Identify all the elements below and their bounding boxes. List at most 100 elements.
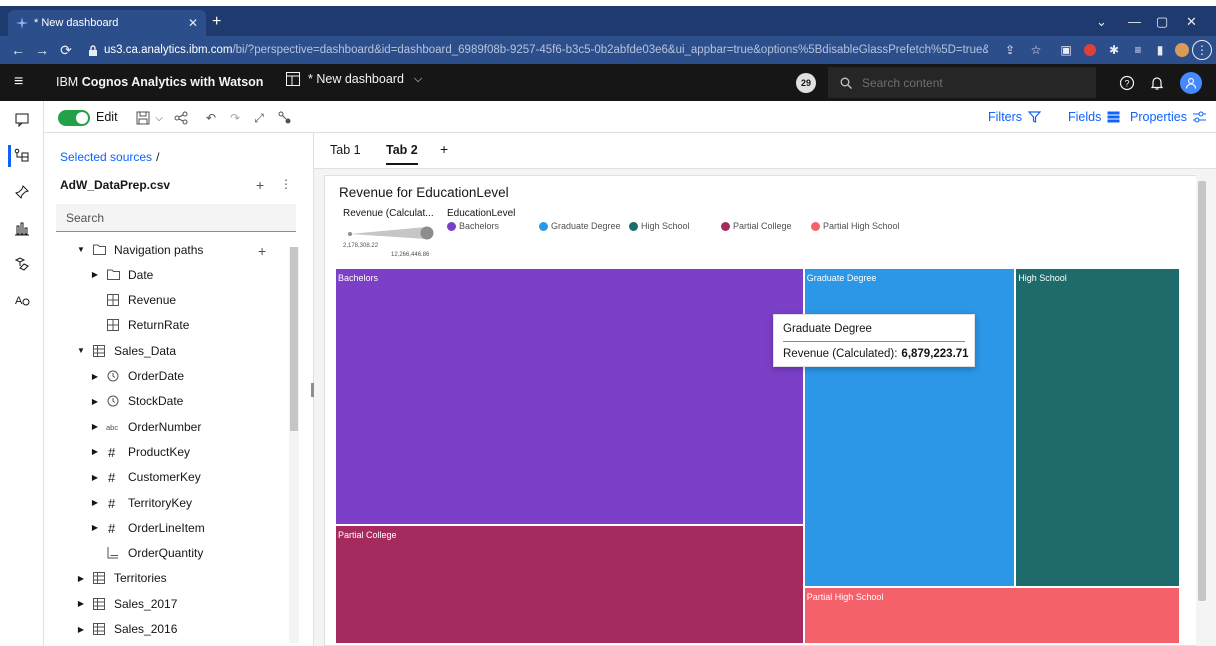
- caret-right-icon[interactable]: ▶: [76, 574, 86, 583]
- add-tab-icon[interactable]: +: [440, 141, 448, 157]
- reading-list-icon[interactable]: ≡: [1128, 40, 1148, 60]
- breadcrumb[interactable]: Selected sources /: [60, 150, 159, 164]
- dashboard-selector[interactable]: * New dashboard ⌵: [286, 72, 422, 86]
- treemap-tile[interactable]: Partial College: [335, 524, 804, 644]
- caret-right-icon[interactable]: ▶: [90, 422, 100, 431]
- tree-item[interactable]: OrderQuantity: [90, 541, 340, 566]
- canvas-scrollbar-thumb[interactable]: [1198, 181, 1206, 601]
- save-chevron-down-icon[interactable]: ⌵: [150, 109, 168, 127]
- treemap-widget[interactable]: Revenue for EducationLevel Revenue (Calc…: [324, 175, 1202, 646]
- caret-right-icon[interactable]: ▶: [90, 473, 100, 482]
- panel-scrollbar-thumb[interactable]: [290, 247, 298, 431]
- legend-swatch: [811, 221, 820, 231]
- treemap-tile[interactable]: Bachelors: [335, 268, 804, 525]
- share-icon[interactable]: ⇪: [1000, 40, 1020, 60]
- url-field[interactable]: us3.ca.analytics.ibm.com/bi/?perspective…: [88, 39, 988, 61]
- text-shapes-icon[interactable]: A: [11, 289, 33, 311]
- tree-item[interactable]: ▶ # CustomerKey: [90, 465, 340, 490]
- fullscreen-icon[interactable]: ⤢: [250, 109, 268, 127]
- caret-right-icon[interactable]: ▶: [76, 599, 86, 608]
- notification-badge[interactable]: 29: [796, 73, 816, 93]
- legend-item[interactable]: Partial College: [721, 221, 792, 231]
- caret-down-icon[interactable]: ▼: [76, 245, 86, 254]
- widgets-icon[interactable]: [11, 253, 33, 275]
- comment-icon[interactable]: [11, 109, 33, 131]
- add-source-icon[interactable]: +: [256, 177, 264, 193]
- tab-search-icon[interactable]: ⌄: [1096, 14, 1107, 30]
- panel-resize-handle[interactable]: [311, 383, 314, 397]
- tree-item[interactable]: ▶ OrderDate: [90, 364, 340, 389]
- treemap-chart[interactable]: Bachelors Graduate Degree High School Parti…: [335, 268, 1180, 644]
- tooltip-body: Revenue (Calculated): 6,879,223.71: [783, 348, 969, 360]
- forward-icon[interactable]: →: [30, 42, 54, 58]
- search-content-box[interactable]: [828, 67, 1096, 98]
- undo-icon[interactable]: ↶: [202, 109, 220, 127]
- treemap-tile[interactable]: Partial High School: [803, 587, 1180, 644]
- side-panel-icon[interactable]: ▮: [1150, 40, 1170, 60]
- breadcrumb-link[interactable]: Selected sources: [60, 150, 152, 164]
- source-overflow-menu-icon[interactable]: ⋮: [280, 177, 292, 191]
- hash-icon: #: [104, 471, 122, 483]
- reload-icon[interactable]: ⟳: [54, 42, 78, 59]
- data-sources-icon[interactable]: [8, 145, 33, 167]
- legend-item[interactable]: Bachelors: [447, 221, 499, 231]
- edit-toggle[interactable]: [58, 110, 90, 126]
- dashboard-canvas: Tab 1 Tab 2 + Revenue for EducationLevel…: [311, 133, 1216, 646]
- canvas-scrollbar[interactable]: [1196, 175, 1208, 646]
- hamburger-menu-icon[interactable]: ≡: [14, 73, 23, 91]
- tree-item[interactable]: ▶ Date: [90, 262, 340, 287]
- legend-item[interactable]: High School: [629, 221, 690, 231]
- tab-2[interactable]: Tab 2: [386, 143, 418, 165]
- menu-kebab-icon[interactable]: ⋮: [1192, 40, 1212, 60]
- maximize-icon[interactable]: ▢: [1156, 14, 1168, 30]
- legend-item[interactable]: Graduate Degree: [539, 221, 621, 231]
- profile-icon[interactable]: [1172, 40, 1192, 60]
- data-mode-icon[interactable]: [276, 109, 294, 127]
- tree-item[interactable]: ▶ # ProductKey: [90, 439, 340, 464]
- fields-button[interactable]: Fields: [1068, 110, 1120, 124]
- filters-label: Filters: [988, 110, 1023, 124]
- caret-right-icon[interactable]: ▶: [76, 625, 86, 634]
- pin-icon[interactable]: [11, 181, 33, 203]
- treemap-tile[interactable]: High School: [1015, 268, 1180, 588]
- browser-tab[interactable]: * New dashboard ✕: [8, 10, 206, 36]
- new-tab-icon[interactable]: +: [212, 12, 221, 32]
- tree-item[interactable]: ReturnRate: [90, 313, 340, 338]
- back-icon[interactable]: ←: [6, 42, 30, 58]
- panel-scrollbar[interactable]: [289, 247, 299, 643]
- help-icon[interactable]: ?: [1116, 72, 1138, 94]
- minimize-icon[interactable]: —: [1128, 14, 1141, 29]
- close-tab-icon[interactable]: ✕: [188, 16, 198, 30]
- tree-item[interactable]: ▶ StockDate: [90, 389, 340, 414]
- close-window-icon[interactable]: ✕: [1186, 14, 1197, 30]
- search-content-input[interactable]: [862, 75, 1062, 90]
- caret-right-icon[interactable]: ▶: [90, 447, 100, 456]
- tree-item[interactable]: Revenue: [90, 288, 340, 313]
- properties-button[interactable]: Properties: [1130, 110, 1206, 124]
- bookmark-star-icon[interactable]: ☆: [1026, 40, 1046, 60]
- tree-item[interactable]: ▶ # TerritoryKey: [90, 490, 340, 515]
- caret-right-icon[interactable]: ▶: [90, 498, 100, 507]
- redo-icon[interactable]: ↷: [226, 109, 244, 127]
- panel-search-box[interactable]: [56, 204, 296, 232]
- extension-icon[interactable]: ▣: [1056, 40, 1076, 60]
- caret-right-icon[interactable]: ▶: [90, 372, 100, 381]
- puzzle-icon[interactable]: ✱: [1104, 40, 1124, 60]
- hash-icon: #: [104, 446, 122, 458]
- notifications-bell-icon[interactable]: [1146, 72, 1168, 94]
- caret-down-icon[interactable]: ▼: [76, 346, 86, 355]
- caret-right-icon[interactable]: ▶: [90, 270, 100, 279]
- tab-1[interactable]: Tab 1: [330, 143, 361, 157]
- tree-item[interactable]: ▶ # OrderLineItem: [90, 515, 340, 540]
- filters-button[interactable]: Filters: [988, 110, 1042, 124]
- extension-red-icon[interactable]: [1080, 40, 1100, 60]
- caret-right-icon[interactable]: ▶: [90, 397, 100, 406]
- panel-search-input[interactable]: [66, 210, 266, 225]
- share-link-icon[interactable]: [172, 109, 190, 127]
- legend-item[interactable]: Partial High School: [811, 221, 900, 231]
- user-avatar-icon[interactable]: [1180, 72, 1202, 94]
- tree-item[interactable]: ▶ abc OrderNumber: [90, 414, 340, 439]
- visualizations-icon[interactable]: [11, 217, 33, 239]
- add-navigation-path-icon[interactable]: +: [258, 243, 266, 259]
- caret-right-icon[interactable]: ▶: [90, 523, 100, 532]
